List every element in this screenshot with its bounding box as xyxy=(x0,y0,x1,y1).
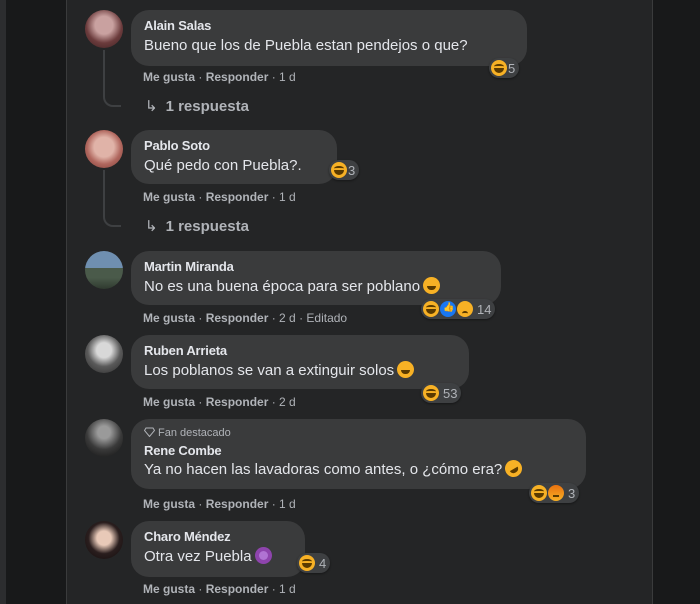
reply-link[interactable]: Responder xyxy=(206,395,269,409)
like-link[interactable]: Me gusta xyxy=(143,70,195,84)
commenter-name[interactable]: Pablo Soto xyxy=(144,138,324,154)
timestamp[interactable]: 2 d xyxy=(279,395,296,409)
laughing-emoji-icon xyxy=(397,361,415,378)
sad-reaction-icon xyxy=(457,301,473,317)
haha-reaction-icon xyxy=(299,555,315,571)
like-link[interactable]: Me gusta xyxy=(143,311,195,325)
comment-actions: Me gusta · Responder · 1 d xyxy=(143,70,296,84)
reaction-summary[interactable]: 3 xyxy=(329,160,360,180)
comment-actions: Me gusta · Responder · 1 d xyxy=(143,497,296,511)
haha-reaction-icon xyxy=(331,162,347,178)
fan-badge[interactable]: Fan destacado xyxy=(143,426,573,440)
timestamp[interactable]: 1 d xyxy=(279,70,296,84)
thread-line xyxy=(103,170,121,227)
like-link[interactable]: Me gusta xyxy=(143,395,195,409)
reaction-summary[interactable]: 5 xyxy=(489,58,520,78)
commenter-name[interactable]: Alain Salas xyxy=(144,18,514,34)
comment-bubble: Alain Salas Bueno que los de Puebla esta… xyxy=(131,10,527,66)
timestamp[interactable]: 1 d xyxy=(279,582,296,596)
commenter-name[interactable]: Rene Combe xyxy=(144,443,573,459)
haha-reaction-icon xyxy=(423,385,439,401)
reaction-count: 14 xyxy=(477,301,492,317)
comment-text-content: Otra vez Puebla xyxy=(144,548,252,565)
reply-link[interactable]: Responder xyxy=(206,582,269,596)
replies-label: 1 respuesta xyxy=(165,218,249,235)
laughing-emoji-icon xyxy=(423,277,441,294)
comment-bubble: Martin Miranda No es una buena época par… xyxy=(131,251,501,305)
left-gutter xyxy=(0,0,6,604)
comment-text: Los poblanos se van a extinguir solos xyxy=(144,361,456,381)
comment-bubble: Ruben Arrieta Los poblanos se van a exti… xyxy=(131,335,469,389)
comment-actions: Me gusta · Responder · 2 d · Editado xyxy=(143,311,348,325)
avatar[interactable] xyxy=(85,521,123,559)
rofl-emoji-icon xyxy=(502,456,526,481)
comment-text: Ya no hacen las lavadoras como antes, o … xyxy=(144,456,573,481)
comment-actions: Me gusta · Responder · 1 d xyxy=(143,582,296,596)
reply-link[interactable]: Responder xyxy=(206,70,269,84)
timestamp[interactable]: 1 d xyxy=(279,190,296,204)
avatar[interactable] xyxy=(85,335,123,373)
haha-reaction-icon xyxy=(491,60,507,76)
reaction-summary[interactable]: 14 xyxy=(421,299,496,319)
replies-label: 1 respuesta xyxy=(165,98,249,115)
reply-arrow-icon: ↳ xyxy=(145,218,158,235)
reaction-summary[interactable]: 3 xyxy=(529,483,580,503)
avatar[interactable] xyxy=(85,10,123,48)
like-link[interactable]: Me gusta xyxy=(143,190,195,204)
fan-badge-label: Fan destacado xyxy=(158,427,231,439)
haha-reaction-icon xyxy=(531,485,547,501)
comment-text: Bueno que los de Puebla estan pendejos o… xyxy=(144,37,468,54)
reaction-count: 53 xyxy=(443,385,458,401)
avatar[interactable] xyxy=(85,419,123,457)
reaction-count: 5 xyxy=(508,60,516,76)
haha-reaction-icon xyxy=(423,301,439,317)
avatar[interactable] xyxy=(85,251,123,289)
timestamp[interactable]: 1 d xyxy=(279,497,296,511)
commenter-name[interactable]: Martin Miranda xyxy=(144,259,488,275)
like-link[interactable]: Me gusta xyxy=(143,582,195,596)
comment-text-content: Los poblanos se van a extinguir solos xyxy=(144,362,395,379)
view-replies-link[interactable]: ↳ 1 respuesta xyxy=(145,97,249,115)
comment-text: No es una buena época para ser poblano xyxy=(144,277,488,297)
commenter-name[interactable]: Charo Méndez xyxy=(144,529,292,545)
view-replies-link[interactable]: ↳ 1 respuesta xyxy=(145,217,249,235)
comment-bubble: Pablo Soto Qué pedo con Puebla?. xyxy=(131,130,337,184)
comment-bubble: Charo Méndez Otra vez Puebla xyxy=(131,521,305,577)
reply-link[interactable]: Responder xyxy=(206,497,269,511)
reply-arrow-icon: ↳ xyxy=(145,98,158,115)
reaction-count: 4 xyxy=(319,555,327,571)
comment-text: Qué pedo con Puebla?. xyxy=(144,157,302,174)
comment-text: Otra vez Puebla xyxy=(144,547,292,567)
reaction-count: 3 xyxy=(348,162,356,178)
reaction-summary[interactable]: 53 xyxy=(421,383,462,403)
comment-text-content: No es una buena época para ser poblano xyxy=(144,278,421,295)
edited-label: Editado xyxy=(306,311,348,325)
avatar[interactable] xyxy=(85,130,123,168)
purple-emoji-icon xyxy=(254,547,272,564)
reply-link[interactable]: Responder xyxy=(206,311,269,325)
comment-text-content: Ya no hacen las lavadoras como antes, o … xyxy=(144,461,503,478)
like-reaction-icon xyxy=(440,301,456,317)
comment-actions: Me gusta · Responder · 1 d xyxy=(143,190,296,204)
timestamp[interactable]: 2 d xyxy=(279,311,296,325)
thread-line xyxy=(103,50,121,107)
reaction-summary[interactable]: 4 xyxy=(297,553,331,573)
like-link[interactable]: Me gusta xyxy=(143,497,195,511)
reaction-count: 3 xyxy=(568,485,576,501)
diamond-icon xyxy=(143,427,156,438)
angry-reaction-icon xyxy=(548,485,564,501)
reply-link[interactable]: Responder xyxy=(206,190,269,204)
comment-actions: Me gusta · Responder · 2 d xyxy=(143,395,296,409)
commenter-name[interactable]: Ruben Arrieta xyxy=(144,343,456,359)
comment-bubble: Fan destacado Rene Combe Ya no hacen las… xyxy=(131,419,586,489)
